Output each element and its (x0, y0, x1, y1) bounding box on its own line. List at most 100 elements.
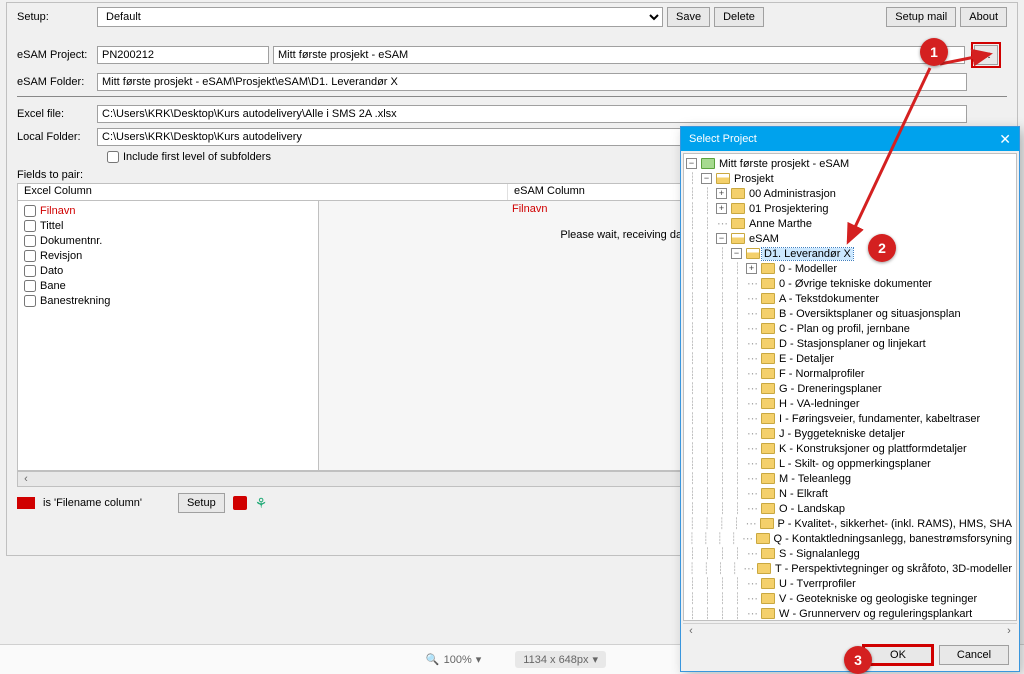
tree-node-admin[interactable]: ┊┊+00 Administrasjon (686, 186, 1014, 201)
setup-button[interactable]: Setup (178, 493, 225, 513)
tree-node-child-15[interactable]: ┊┊┊┊⋯N - Elkraft (686, 486, 1014, 501)
row-checkbox[interactable] (24, 280, 36, 292)
red-swatch-icon (17, 497, 35, 509)
folder-icon (746, 248, 760, 259)
row-checkbox[interactable] (24, 295, 36, 307)
chevron-down-icon: ▾ (593, 653, 599, 666)
bug-icon[interactable]: ⚘ (255, 495, 268, 512)
list-item[interactable]: Revisjon (24, 248, 312, 263)
tree-node-child-6[interactable]: ┊┊┊┊⋯E - Detaljer (686, 351, 1014, 366)
tree-node-selected[interactable]: ┊┊┊−D1. Leverandør X (686, 246, 1014, 261)
scroll-right-icon[interactable]: › (1001, 624, 1017, 639)
excel-column-header[interactable]: Excel Column (18, 184, 508, 200)
tree-node-child-20[interactable]: ┊┊┊┊⋯T - Perspektivtegninger og skråfoto… (686, 561, 1014, 576)
tree-node-child-4[interactable]: ┊┊┊┊⋯C - Plan og profil, jernbane (686, 321, 1014, 336)
collapse-icon[interactable]: − (701, 173, 712, 184)
folder-icon (731, 188, 745, 199)
esam-folder-label: eSAM Folder: (17, 76, 93, 88)
tree-node-root[interactable]: −Mitt første prosjekt - eSAM (686, 156, 1014, 171)
tree-node-child-1[interactable]: ┊┊┊┊⋯0 - Øvrige tekniske dokumenter (686, 276, 1014, 291)
tree-node-child-12[interactable]: ┊┊┊┊⋯K - Konstruksjoner og plattformdeta… (686, 441, 1014, 456)
expand-icon[interactable]: + (746, 263, 757, 274)
tree-node-child-18[interactable]: ┊┊┊┊⋯Q - Kontaktledningsanlegg, banestrø… (686, 531, 1014, 546)
tree-node-child-9[interactable]: ┊┊┊┊⋯H - VA-ledninger (686, 396, 1014, 411)
dialog-horizontal-scrollbar[interactable]: ‹ › (683, 623, 1017, 639)
excel-file-row: Excel file: (17, 105, 1007, 123)
collapse-icon[interactable]: − (686, 158, 697, 169)
collapse-icon[interactable]: − (731, 248, 742, 259)
tree-node-child-14[interactable]: ┊┊┊┊⋯M - Teleanlegg (686, 471, 1014, 486)
include-subfolders-checkbox[interactable] (107, 151, 119, 163)
folder-icon (761, 413, 775, 424)
tree-node-prosjekt[interactable]: ┊−Prosjekt (686, 171, 1014, 186)
dialog-title: Select Project (689, 133, 757, 145)
tree-node-child-23[interactable]: ┊┊┊┊⋯W - Grunnerverv og reguleringsplank… (686, 606, 1014, 621)
tree-label: J - Byggetekniske detaljer (777, 428, 907, 440)
list-item[interactable]: Dato (24, 263, 312, 278)
tree-node-child-10[interactable]: ┊┊┊┊⋯I - Føringsveier, fundamenter, kabe… (686, 411, 1014, 426)
pdf-icon[interactable] (233, 496, 247, 510)
folder-icon (731, 233, 745, 244)
esam-folder-field[interactable] (97, 73, 967, 91)
project-id-field[interactable] (97, 46, 269, 64)
cancel-button[interactable]: Cancel (939, 645, 1009, 665)
include-subfolders-label: Include first level of subfolders (123, 151, 271, 163)
setup-select[interactable]: Default (97, 7, 663, 27)
tree-node-child-13[interactable]: ┊┊┊┊⋯L - Skilt- og oppmerkingsplaner (686, 456, 1014, 471)
tree-node-child-16[interactable]: ┊┊┊┊⋯O - Landskap (686, 501, 1014, 516)
about-button[interactable]: About (960, 7, 1007, 27)
tree-node-child-11[interactable]: ┊┊┊┊⋯J - Byggetekniske detaljer (686, 426, 1014, 441)
tree-node-child-21[interactable]: ┊┊┊┊⋯U - Tverrprofiler (686, 576, 1014, 591)
delete-button[interactable]: Delete (714, 7, 764, 27)
tree-label: 00 Administrasjon (747, 188, 838, 200)
list-item[interactable]: Dokumentnr. (24, 233, 312, 248)
tree-node-child-22[interactable]: ┊┊┊┊⋯V - Geotekniske og geologiske tegni… (686, 591, 1014, 606)
tree-label: Anne Marthe (747, 218, 814, 230)
browse-highlight-1: ... (971, 42, 1001, 68)
excel-file-field[interactable] (97, 105, 967, 123)
close-icon[interactable]: ✕ (999, 131, 1011, 148)
tree-node-child-8[interactable]: ┊┊┊┊⋯G - Dreneringsplaner (686, 381, 1014, 396)
project-name-field[interactable] (273, 46, 965, 64)
folder-icon (761, 548, 775, 559)
folder-icon (761, 503, 775, 514)
tree-node-child-2[interactable]: ┊┊┊┊⋯A - Tekstdokumenter (686, 291, 1014, 306)
zoom-control[interactable]: 🔍 100% ▾ (418, 651, 489, 668)
ok-button[interactable]: OK (863, 645, 933, 665)
tree-node-esam[interactable]: ┊┊−eSAM (686, 231, 1014, 246)
collapse-icon[interactable]: − (716, 233, 727, 244)
dialog-titlebar[interactable]: Select Project ✕ (681, 127, 1019, 151)
tree-node-anne[interactable]: ┊┊⋯Anne Marthe (686, 216, 1014, 231)
list-item[interactable]: Filnavn (24, 203, 312, 218)
project-tree[interactable]: −Mitt første prosjekt - eSAM┊−Prosjekt┊┊… (683, 153, 1017, 621)
browse-project-button[interactable]: ... (974, 45, 998, 65)
expand-icon[interactable]: + (716, 203, 727, 214)
row-checkbox[interactable] (24, 220, 36, 232)
scroll-left-icon[interactable]: ‹ (683, 624, 699, 639)
tree-node-child-7[interactable]: ┊┊┊┊⋯F - Normalprofiler (686, 366, 1014, 381)
row-checkbox[interactable] (24, 205, 36, 217)
tree-node-prosjektering[interactable]: ┊┊+01 Prosjektering (686, 201, 1014, 216)
setup-mail-button[interactable]: Setup mail (886, 7, 956, 27)
list-item[interactable]: Tittel (24, 218, 312, 233)
folder-icon (761, 458, 775, 469)
expand-icon[interactable]: + (716, 188, 727, 199)
tree-node-child-3[interactable]: ┊┊┊┊⋯B - Oversiktsplaner og situasjonspl… (686, 306, 1014, 321)
list-item[interactable]: Bane (24, 278, 312, 293)
save-button[interactable]: Save (667, 7, 710, 27)
tree-label: 01 Prosjektering (747, 203, 831, 215)
tree-node-child-19[interactable]: ┊┊┊┊⋯S - Signalanlegg (686, 546, 1014, 561)
scroll-left-icon[interactable]: ‹ (18, 472, 34, 486)
tree-label: Prosjekt (732, 173, 776, 185)
dimensions-control[interactable]: 1134 x 648px ▾ (515, 651, 606, 668)
row-checkbox[interactable] (24, 250, 36, 262)
folder-icon (716, 173, 730, 184)
list-item[interactable]: Banestrekning (24, 293, 312, 308)
row-checkbox[interactable] (24, 265, 36, 277)
tree-node-child-5[interactable]: ┊┊┊┊⋯D - Stasjonsplaner og linjekart (686, 336, 1014, 351)
row-checkbox[interactable] (24, 235, 36, 247)
tree-node-child-17[interactable]: ┊┊┊┊⋯P - Kvalitet-, sikkerhet- (inkl. RA… (686, 516, 1014, 531)
folder-icon (701, 158, 715, 169)
folder-icon (761, 488, 775, 499)
tree-node-child-0[interactable]: ┊┊┊┊+0 - Modeller (686, 261, 1014, 276)
